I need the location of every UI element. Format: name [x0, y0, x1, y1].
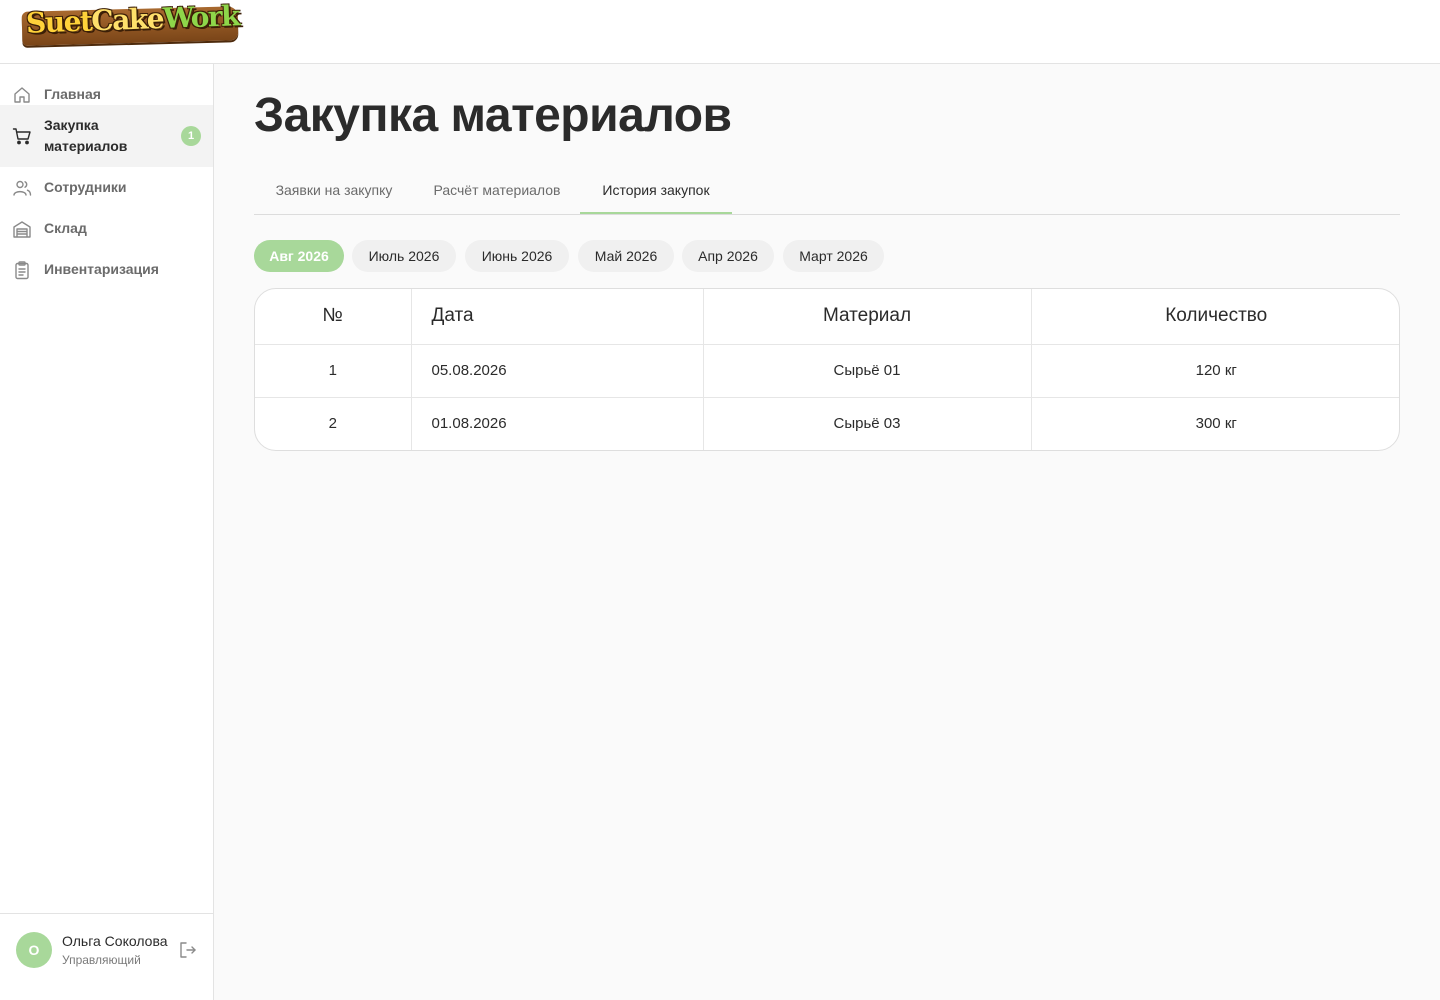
avatar[interactable]: О [16, 932, 52, 968]
cell-material: Сырьё 01 [703, 344, 1032, 398]
tab-material-calculation[interactable]: Расчёт материалов [414, 168, 580, 214]
cell-quantity: 120 кг [1031, 344, 1399, 398]
sidebar: Главная Закупка материалов 1 Сотрудники … [0, 64, 214, 1000]
user-panel: О Ольга Соколова Управляющий [0, 913, 213, 1000]
month-chip[interactable]: Июнь 2026 [465, 240, 569, 272]
cell-number: 2 [255, 397, 412, 450]
sidebar-item-label: Закупка материалов [44, 117, 128, 154]
tab-purchase-history[interactable]: История закупок [580, 168, 732, 214]
table-row[interactable]: 2 01.08.2026 Сырьё 03 300 кг [255, 397, 1399, 450]
warehouse-icon [12, 219, 32, 239]
cell-date: 05.08.2026 [411, 344, 704, 398]
clipboard-icon [12, 260, 32, 280]
logo-word-suet: Suet [25, 4, 92, 40]
notification-badge: 1 [181, 126, 201, 146]
sidebar-item-label: Склад [44, 220, 87, 236]
month-chip[interactable]: Май 2026 [578, 240, 674, 272]
logo-word-work: Work [162, 0, 240, 35]
cell-quantity: 300 кг [1195, 415, 1237, 433]
month-chip[interactable]: Апр 2026 [682, 240, 774, 272]
column-header-material: Материал [703, 289, 1032, 345]
table-row[interactable]: 1 05.08.2026 Сырьё 01 120 кг [255, 344, 1399, 398]
column-header-quantity: Количество [1031, 289, 1399, 345]
cart-icon [12, 126, 32, 146]
column-header-date: Дата [411, 289, 704, 345]
sidebar-item-employees[interactable]: Сотрудники [0, 167, 213, 208]
sidebar-item-inventory[interactable]: Инвентаризация [0, 249, 213, 290]
page-title: Закупка материалов [254, 89, 732, 142]
logout-icon[interactable] [178, 940, 198, 960]
purchase-history-table: № Дата Материал Количество 1 05.08.2026 … [254, 288, 1400, 451]
app-header: SuetCakeWork [0, 0, 1440, 64]
home-icon [12, 85, 32, 105]
cell-material: Сырьё 03 [703, 397, 1032, 450]
column-header-number: № [255, 289, 412, 345]
sidebar-item-purchasing[interactable]: Закупка материалов 1 [0, 105, 213, 167]
user-name: Ольга Соколова [62, 933, 168, 949]
app-logo[interactable]: SuetCakeWork [21, 0, 240, 47]
users-icon [12, 178, 32, 198]
sidebar-item-label: Главная [44, 86, 101, 102]
month-chip[interactable]: Авг 2026 [254, 240, 344, 272]
user-role: Управляющий [62, 953, 141, 967]
sidebar-item-label: Сотрудники [44, 179, 127, 195]
table-header-row: № Дата Материал Количество [255, 289, 1399, 345]
tab-purchase-requests[interactable]: Заявки на закупку [254, 168, 414, 214]
tab-bar: Заявки на закупку Расчёт материалов Исто… [254, 168, 1400, 215]
logo-word-cake: Cake [90, 1, 164, 38]
cell-number: 1 [255, 344, 412, 398]
sidebar-item-label: Инвентаризация [44, 261, 159, 277]
cell-date: 01.08.2026 [411, 397, 704, 450]
month-chip[interactable]: Июль 2026 [352, 240, 456, 272]
month-chip[interactable]: Март 2026 [783, 240, 884, 272]
sidebar-item-warehouse[interactable]: Склад [0, 208, 213, 249]
